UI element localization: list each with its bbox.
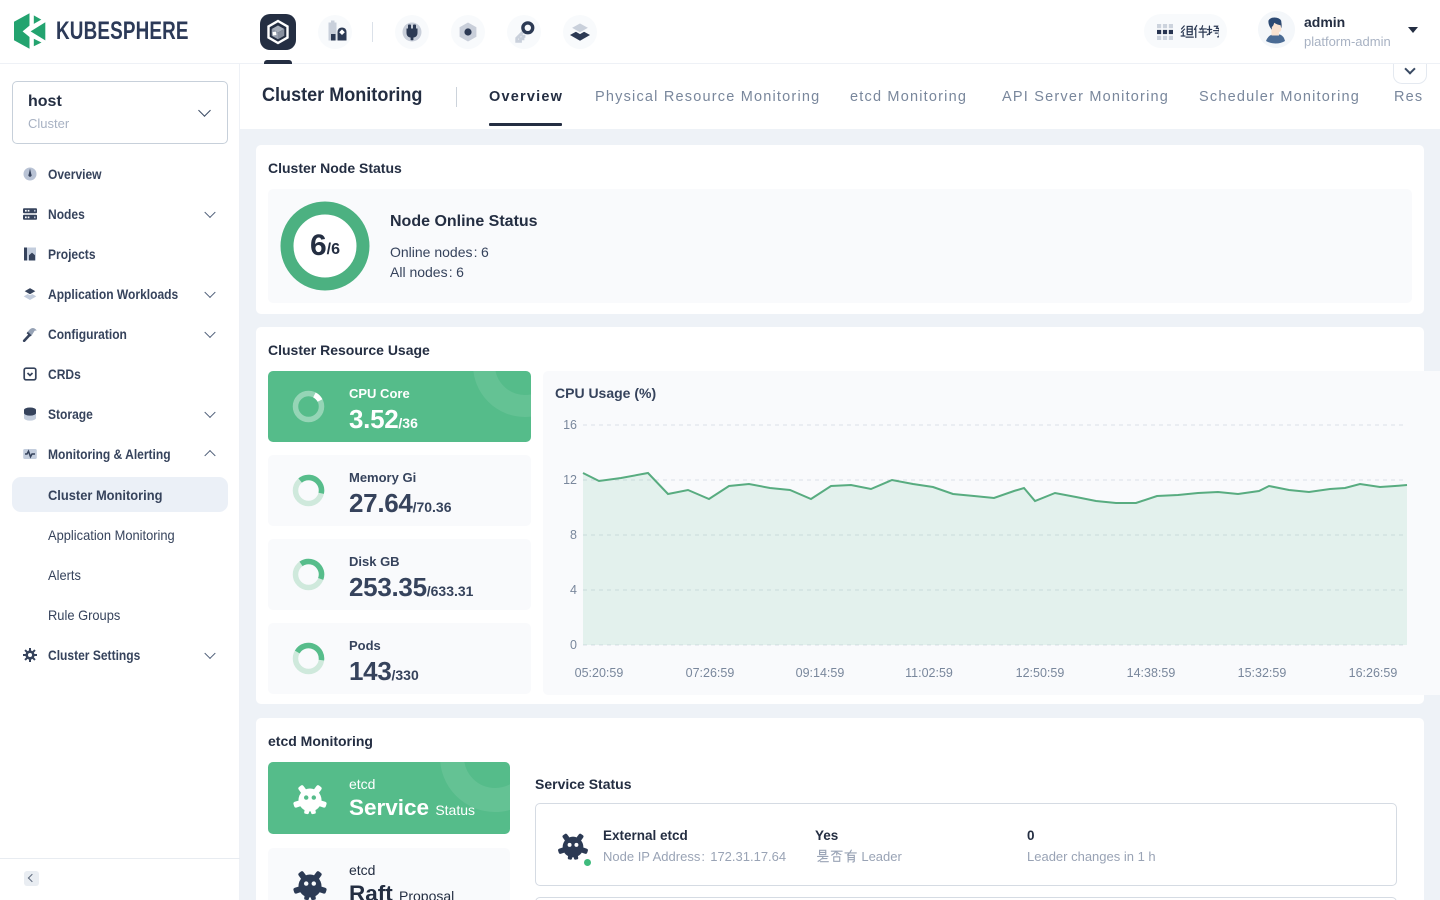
svg-text:0: 0 <box>570 638 577 652</box>
svg-text:16: 16 <box>563 418 577 432</box>
svg-text:05:20:59: 05:20:59 <box>575 666 624 680</box>
svg-text:07:26:59: 07:26:59 <box>686 666 735 680</box>
svg-text:12:50:59: 12:50:59 <box>1016 666 1065 680</box>
svg-text:16:26:59: 16:26:59 <box>1349 666 1398 680</box>
svg-text:12: 12 <box>563 473 577 487</box>
svg-text:11:02:59: 11:02:59 <box>905 666 953 680</box>
svg-text:4: 4 <box>570 583 577 597</box>
svg-text:14:38:59: 14:38:59 <box>1127 666 1176 680</box>
svg-text:15:32:59: 15:32:59 <box>1238 666 1287 680</box>
svg-text:8: 8 <box>570 528 577 542</box>
svg-text:09:14:59: 09:14:59 <box>796 666 845 680</box>
